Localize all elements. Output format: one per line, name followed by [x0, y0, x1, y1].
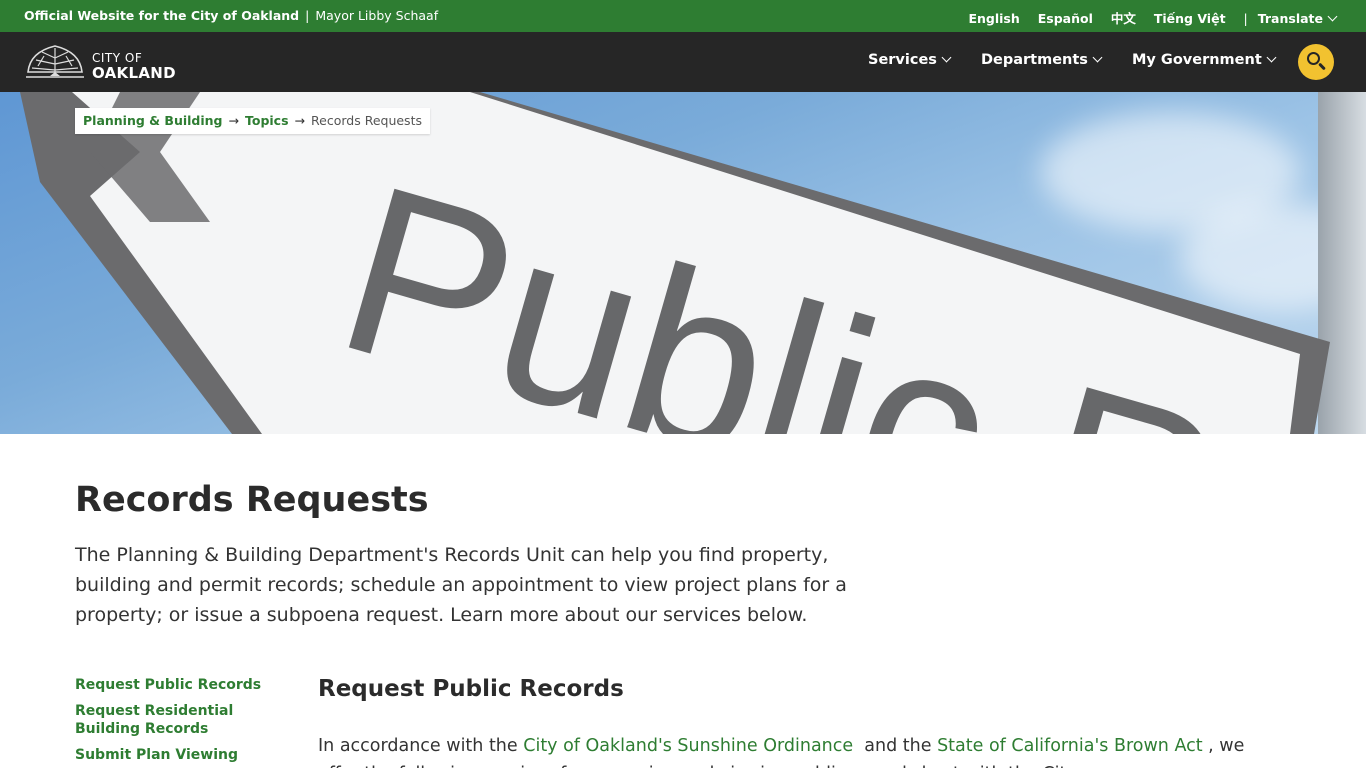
side-navigation: Request Public Records Request Residenti… — [75, 676, 275, 768]
nav-departments[interactable]: Departments — [980, 52, 1103, 68]
sidenav-request-residential-building-records[interactable]: Request Residential Building Records — [75, 702, 275, 738]
sign-text: Public Record — [316, 133, 1366, 434]
sidenav-submit-plan-viewing[interactable]: Submit Plan Viewing — [75, 746, 275, 764]
section-text: In accordance with the City of Oakland's… — [318, 732, 1278, 768]
official-website-label: Official Website for the City of Oakland — [24, 8, 300, 23]
nav-services-label: Services — [868, 52, 937, 68]
page-intro: The Planning & Building Department's Rec… — [75, 544, 847, 626]
section-text-before: In accordance with the — [318, 736, 524, 756]
nav-my-government[interactable]: My Government — [1132, 52, 1277, 68]
translate-dropdown[interactable]: Translate — [1257, 11, 1338, 26]
chevron-down-icon — [1327, 11, 1338, 22]
breadcrumb-arrow: → — [294, 113, 306, 128]
chevron-down-icon — [1266, 52, 1277, 63]
language-english[interactable]: English — [968, 11, 1019, 26]
top-bar: Official Website for the City of Oakland… — [0, 0, 1366, 32]
search-button[interactable] — [1298, 44, 1334, 80]
mayor-link[interactable]: Mayor Libby Schaaf — [315, 8, 438, 23]
nav-my-government-label: My Government — [1132, 52, 1262, 68]
breadcrumb-arrow: → — [228, 113, 239, 128]
language-chinese[interactable]: 中文 — [1111, 11, 1136, 26]
top-bar-left: Official Website for the City of Oakland… — [24, 8, 438, 23]
language-vietnamese[interactable]: Tiếng Việt — [1154, 11, 1226, 26]
sunshine-ordinance-link[interactable]: City of Oakland's Sunshine Ordinance — [523, 736, 853, 756]
nav-services[interactable]: Services — [868, 52, 952, 68]
logo-line-oakland: OAKLAND — [92, 64, 176, 82]
language-selector: English Español 中文 Tiếng Việt | Translat… — [954, 8, 1338, 27]
breadcrumb-planning-building[interactable]: Planning & Building — [83, 113, 223, 128]
main-navigation: CITY OF OAKLAND Services Departments My … — [0, 32, 1366, 92]
top-bar-separator: | — [305, 8, 310, 23]
breadcrumb-topics[interactable]: Topics — [245, 113, 289, 128]
logo-line-city: CITY OF — [92, 51, 143, 65]
chevron-down-icon — [941, 52, 952, 63]
public-record-sign-graphic: Public Record — [20, 92, 1366, 434]
language-pipe: | — [1243, 11, 1248, 26]
chevron-down-icon — [1092, 52, 1103, 63]
section-title: Request Public Records — [318, 676, 624, 702]
language-espanol[interactable]: Español — [1038, 11, 1093, 26]
nav-links: Services Departments My Government — [868, 52, 1301, 68]
section-text-middle: and the — [853, 736, 938, 756]
city-logo[interactable]: CITY OF OAKLAND — [24, 42, 194, 82]
page-title: Records Requests — [75, 480, 429, 520]
sidenav-request-public-records[interactable]: Request Public Records — [75, 676, 275, 694]
oak-tree-icon — [26, 45, 84, 78]
brown-act-link[interactable]: State of California's Brown Act — [937, 736, 1203, 756]
breadcrumb-current: Records Requests — [311, 113, 422, 128]
hero-image: Public Record — [0, 92, 1366, 434]
nav-departments-label: Departments — [980, 52, 1088, 68]
translate-label: Translate — [1257, 11, 1323, 26]
breadcrumb: Planning & Building → Topics → Records Reque… — [75, 108, 430, 134]
